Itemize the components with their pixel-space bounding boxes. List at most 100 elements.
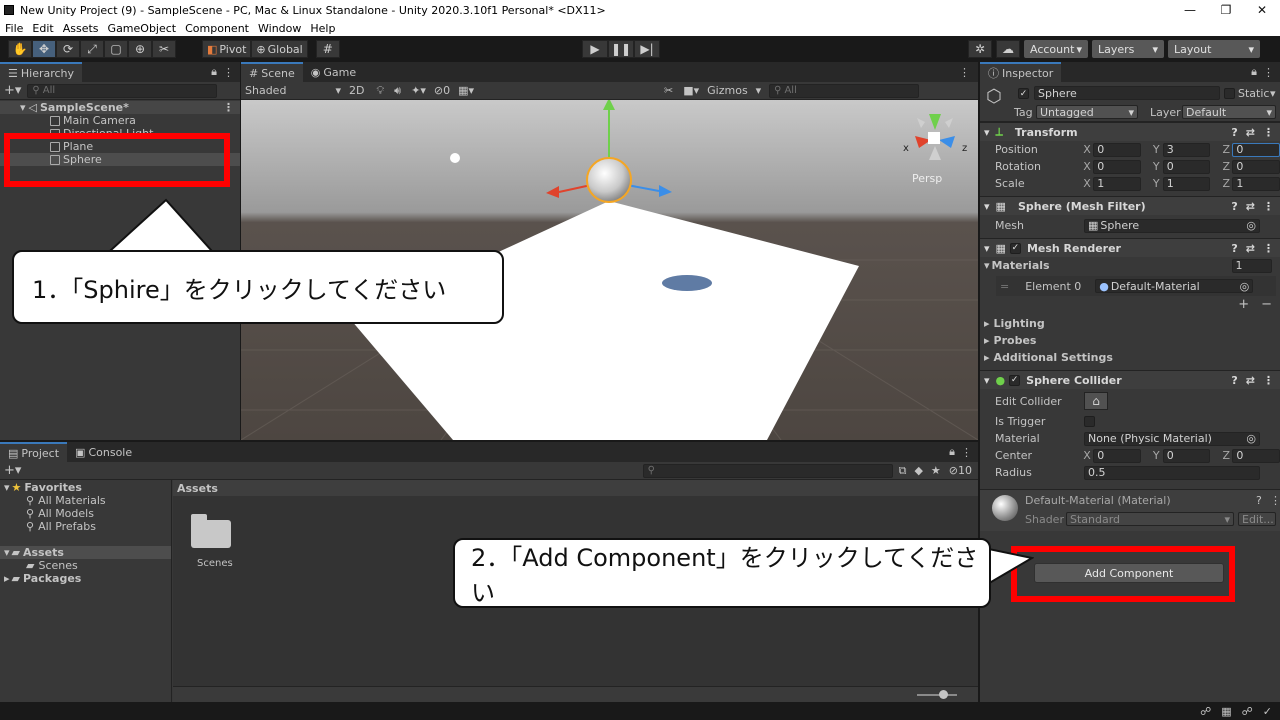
menu-window[interactable]: Window xyxy=(258,22,301,35)
static-checkbox[interactable] xyxy=(1224,88,1235,99)
is-trigger-checkbox[interactable] xyxy=(1084,416,1095,427)
scenes-folder-row[interactable]: ▰ Scenes xyxy=(0,559,171,572)
shader-dropdown[interactable]: Standard ▾ xyxy=(1066,512,1234,526)
favorite-item-materials[interactable]: ⚲ All Materials xyxy=(0,494,171,507)
bug-icon[interactable]: ☍ xyxy=(1200,705,1211,718)
global-toggle[interactable]: ⊕ Global xyxy=(251,40,308,58)
more-menu-icon[interactable]: ⋮ xyxy=(1263,66,1274,79)
more-menu-icon[interactable]: ⋮ xyxy=(1263,374,1274,387)
shader-edit-button[interactable]: Edit... xyxy=(1238,512,1276,526)
mesh-renderer-header[interactable]: ▾ ▦ ✓ Mesh Renderer ? ⇄ ⋮ xyxy=(980,238,1280,257)
tab-project[interactable]: ▤ Project xyxy=(0,442,68,462)
scene-root-row[interactable]: ▾ ◁ SampleScene* ⋮ xyxy=(0,101,240,114)
grid-snap-icon[interactable]: # xyxy=(315,40,340,58)
lock-icon[interactable]: 🔒︎ xyxy=(211,65,217,79)
cloud-icon[interactable]: ☁ xyxy=(996,40,1020,58)
custom-tool-icon[interactable]: ✂ xyxy=(152,40,176,58)
more-menu-icon[interactable]: ⋮ xyxy=(1263,126,1274,139)
more-menu-icon[interactable]: ⋮ xyxy=(1263,200,1274,213)
more-menu-icon[interactable]: ⋮ xyxy=(223,101,234,114)
center-y-field[interactable]: 0 xyxy=(1162,448,1211,463)
tab-scene[interactable]: # Scene xyxy=(241,62,303,82)
transform-x-field[interactable]: 1 xyxy=(1093,176,1141,191)
pause-button[interactable]: ❚❚ xyxy=(608,40,634,58)
help-icon[interactable]: ? xyxy=(1256,494,1262,507)
object-picker-icon[interactable]: ◎ xyxy=(1246,219,1256,232)
project-search-input[interactable]: ⚲ xyxy=(642,463,893,478)
minimize-button[interactable]: — xyxy=(1172,0,1208,20)
remove-element-button[interactable]: − xyxy=(1261,297,1272,312)
assets-folder-row[interactable]: ▾ ▰ Assets xyxy=(0,546,171,559)
toggle-2d-button[interactable]: 2D xyxy=(349,84,364,97)
mesh-filter-header[interactable]: ▾ ▦ Sphere (Mesh Filter) ? ⇄ ⋮ xyxy=(980,196,1280,215)
layers-icon[interactable]: ▦ xyxy=(1221,705,1231,718)
play-button[interactable]: ▶ xyxy=(582,40,608,58)
close-button[interactable]: ✕ xyxy=(1244,0,1280,20)
sphere-collider-header[interactable]: ▾ ● ✓ Sphere Collider ? ⇄ ⋮ xyxy=(980,370,1280,389)
more-menu-icon[interactable]: ⋮ xyxy=(1263,242,1274,255)
object-picker-icon[interactable]: ◎ xyxy=(1240,280,1250,293)
preset-icon[interactable]: ⇄ xyxy=(1246,126,1255,139)
check-icon[interactable]: ✓ xyxy=(1263,705,1272,718)
center-z-field[interactable]: 0 xyxy=(1232,448,1280,463)
materials-count-field[interactable]: 1 xyxy=(1231,258,1272,273)
tab-inspector[interactable]: ⓘ Inspector xyxy=(980,62,1062,82)
menu-assets[interactable]: Assets xyxy=(63,22,99,35)
scene-search-input[interactable]: ⚲ All xyxy=(769,83,920,98)
rotate-tool-icon[interactable]: ⟳ xyxy=(56,40,80,58)
more-menu-icon[interactable]: ⋮ xyxy=(961,446,972,459)
help-icon[interactable]: ? xyxy=(1231,200,1237,213)
lighting-icon[interactable]: 💡︎ xyxy=(376,84,384,98)
warning-icon[interactable]: ☍ xyxy=(1242,705,1253,718)
account-dropdown[interactable]: Account ▾ xyxy=(1024,40,1088,58)
collab-icon[interactable]: ✲ xyxy=(968,40,992,58)
rect-tool-icon[interactable]: ▢ xyxy=(104,40,128,58)
edit-collider-button[interactable]: ⌂ xyxy=(1084,392,1108,410)
preset-icon[interactable]: ⇄ xyxy=(1246,200,1255,213)
more-menu-icon[interactable]: ⋮ xyxy=(1270,494,1280,507)
tab-game[interactable]: ◉ Game xyxy=(303,62,364,82)
project-breadcrumb[interactable]: Assets xyxy=(173,480,978,496)
materials-row[interactable]: ▾ Materials 1 xyxy=(980,257,1280,274)
transform-y-field[interactable]: 1 xyxy=(1162,176,1211,191)
hierarchy-item-main-camera[interactable]: Main Camera xyxy=(0,114,240,127)
add-element-button[interactable]: + xyxy=(1238,297,1249,312)
favorite-star-icon[interactable]: ★ xyxy=(931,464,941,477)
effects-icon[interactable]: ✦▾ xyxy=(411,84,426,97)
move-tool-icon[interactable]: ✥ xyxy=(32,40,56,58)
camera-icon[interactable]: ■▾ xyxy=(683,84,699,97)
tab-hierarchy[interactable]: ☰ Hierarchy xyxy=(0,62,83,82)
transform-y-field[interactable]: 3 xyxy=(1162,142,1211,157)
radius-field[interactable]: 0.5 xyxy=(1084,465,1260,480)
step-button[interactable]: ▶| xyxy=(634,40,660,58)
layout-dropdown[interactable]: Layout ▾ xyxy=(1168,40,1260,58)
favorites-row[interactable]: ▾ ★ Favorites xyxy=(0,481,171,494)
menu-component[interactable]: Component xyxy=(185,22,249,35)
menu-help[interactable]: Help xyxy=(310,22,335,35)
shading-mode-dropdown[interactable]: Shaded ▾ xyxy=(241,84,341,97)
tools-icon[interactable]: ✂ xyxy=(664,84,673,97)
lock-icon[interactable]: 🔒︎ xyxy=(949,445,955,459)
object-picker-icon[interactable]: ◎ xyxy=(1246,432,1256,445)
search-by-type-icon[interactable]: ⧉ xyxy=(899,464,907,478)
object-active-checkbox[interactable]: ✓ xyxy=(1018,88,1029,99)
maximize-button[interactable]: ❐ xyxy=(1208,0,1244,20)
tab-console[interactable]: ▣ Console xyxy=(67,442,140,462)
hierarchy-search-input[interactable]: ⚲ All xyxy=(27,83,218,98)
more-menu-icon[interactable]: ⋮ xyxy=(223,66,234,79)
layers-dropdown[interactable]: Layers ▾ xyxy=(1092,40,1164,58)
help-icon[interactable]: ? xyxy=(1231,374,1237,387)
foldout-additional-settings[interactable]: ▸ Additional Settings xyxy=(980,349,1280,366)
grid-toggle-icon[interactable]: ▦▾ xyxy=(458,84,474,97)
layer-dropdown[interactable]: Default ▾ xyxy=(1182,105,1276,119)
transform-x-field[interactable]: 0 xyxy=(1093,159,1141,174)
gizmos-dropdown[interactable]: Gizmos ▾ xyxy=(707,84,761,97)
zoom-slider-track[interactable] xyxy=(917,694,957,696)
transform-z-field[interactable]: 0 xyxy=(1232,159,1280,174)
menu-file[interactable]: File xyxy=(5,22,23,35)
center-x-field[interactable]: 0 xyxy=(1093,448,1141,463)
mesh-field[interactable]: ▦ Sphere ◎ xyxy=(1084,218,1260,233)
transform-header[interactable]: ▾ ⟂ Transform ? ⇄ ⋮ xyxy=(980,122,1280,141)
scale-tool-icon[interactable]: ⤢ xyxy=(80,40,104,58)
transform-z-field[interactable]: 0 xyxy=(1232,142,1280,157)
